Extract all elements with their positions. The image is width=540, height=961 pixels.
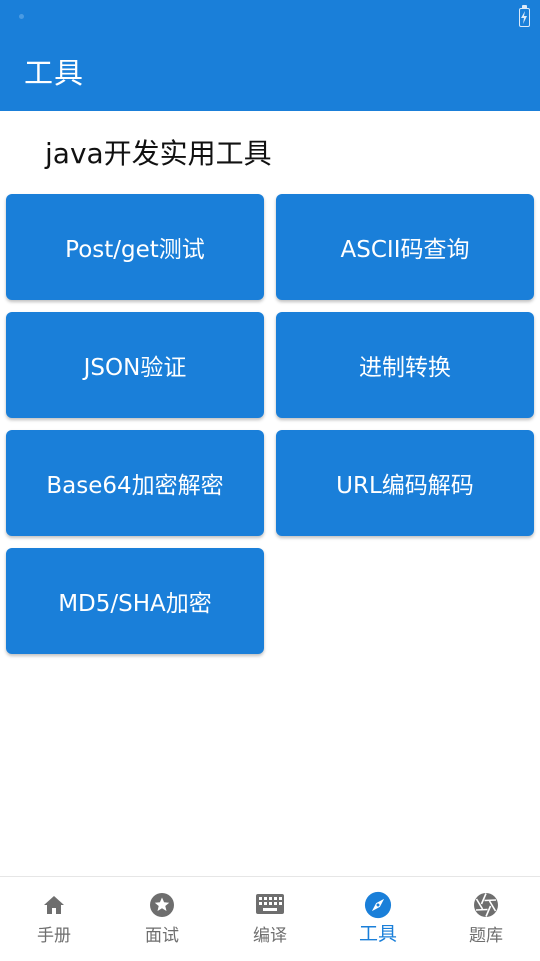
nav-label-interview: 面试 (145, 926, 179, 946)
nav-item-interview[interactable]: 面试 (108, 877, 216, 961)
page-title: 工具 (24, 56, 85, 90)
url-encode-decode-button[interactable]: URL编码解码 (276, 430, 534, 536)
md5-sha-encrypt-button[interactable]: MD5/SHA加密 (6, 548, 264, 654)
nav-label-question-bank: 题库 (469, 926, 503, 946)
home-icon (40, 891, 68, 919)
battery-charging-icon (519, 5, 530, 27)
nav-item-tools[interactable]: 工具 (324, 877, 432, 961)
nav-label-tools: 工具 (358, 923, 397, 945)
status-bar (0, 0, 540, 36)
ascii-lookup-button[interactable]: ASCII码查询 (276, 194, 534, 300)
nav-item-compile[interactable]: 编译 (216, 877, 324, 961)
aperture-icon (472, 891, 500, 919)
json-validate-button[interactable]: JSON验证 (6, 312, 264, 418)
radix-convert-button[interactable]: 进制转换 (276, 312, 534, 418)
nav-item-manual[interactable]: 手册 (0, 877, 108, 961)
bottom-navigation: 手册 面试 编译 工具 题库 (0, 876, 540, 960)
notification-dot-icon (19, 14, 24, 19)
base64-encode-decode-button[interactable]: Base64加密解密 (6, 430, 264, 536)
nav-label-compile: 编译 (253, 926, 287, 946)
nav-item-question-bank[interactable]: 题库 (432, 877, 540, 961)
section-title: java开发实用工具 (45, 137, 272, 170)
star-icon (148, 891, 176, 919)
keyboard-icon (256, 891, 284, 919)
nav-label-manual: 手册 (37, 926, 71, 946)
post-get-test-button[interactable]: Post/get测试 (6, 194, 264, 300)
app-bar: 工具 (0, 36, 540, 111)
compass-icon (364, 891, 392, 919)
